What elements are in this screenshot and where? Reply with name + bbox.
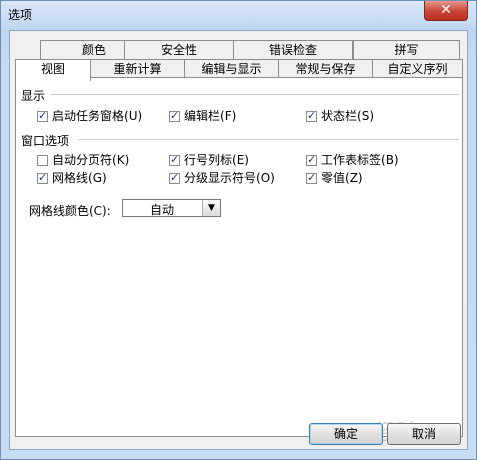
- gridline-color-select[interactable]: 自动 ▼: [122, 199, 221, 217]
- checkbox-zero-values[interactable]: ✓ 零值(Z): [306, 171, 363, 185]
- checkbox-box: ✓: [169, 153, 180, 166]
- close-button[interactable]: ✕: [424, 1, 468, 21]
- checkbox-box: [37, 155, 48, 166]
- checkbox-box: ✓: [169, 171, 180, 184]
- tab-spelling[interactable]: 拼写: [353, 40, 460, 59]
- checkbox-gridlines[interactable]: ✓ 网格线(G): [37, 171, 107, 185]
- checkbox-status-bar[interactable]: ✓ 状态栏(S): [306, 109, 374, 123]
- checkbox-box: ✓: [306, 109, 317, 122]
- checkbox-box: ✓: [37, 171, 48, 184]
- checkbox-outline-symbols[interactable]: ✓ 分级显示符号(O): [169, 171, 275, 185]
- chevron-down-icon[interactable]: ▼: [202, 200, 220, 216]
- gridline-color-value: 自动: [149, 203, 174, 217]
- checkbox-box: ✓: [306, 171, 317, 184]
- checkbox-auto-page-breaks[interactable]: 自动分页符(K): [37, 153, 129, 167]
- checkbox-start-task-pane[interactable]: ✓ 启动任务窗格(U): [37, 109, 142, 123]
- close-icon: ✕: [440, 2, 452, 18]
- divider: [51, 94, 459, 95]
- dialog-client: 颜色 安全性 错误检查 拼写 视图 重新计算 编辑与显示 常规与保存 自定义序列…: [9, 30, 468, 450]
- tab-recalculation[interactable]: 重新计算: [90, 59, 185, 78]
- checkbox-formula-bar[interactable]: ✓ 编辑栏(F): [169, 109, 236, 123]
- view-tab-panel: 显示 ✓ 启动任务窗格(U) ✓ 编辑栏(F) ✓ 状态栏(S) 窗口选项 自动分页符…: [15, 77, 463, 437]
- ok-button[interactable]: 确定: [309, 423, 383, 445]
- tab-edit-display[interactable]: 编辑与显示: [184, 59, 279, 78]
- tab-security[interactable]: 安全性: [124, 40, 234, 59]
- checkbox-box: ✓: [37, 109, 48, 122]
- title-bar: 选项 ✕: [1, 1, 476, 27]
- window-title: 选项: [8, 8, 33, 22]
- divider: [78, 139, 459, 140]
- gridline-color-label: 网格线颜色(C):: [29, 204, 111, 218]
- tab-error-checking[interactable]: 错误检查: [233, 40, 353, 59]
- checkbox-row-col-headers[interactable]: ✓ 行号列标(E): [169, 153, 249, 167]
- cancel-button[interactable]: 取消: [387, 423, 461, 445]
- tab-view[interactable]: 视图: [15, 59, 91, 81]
- window-options-label: 窗口选项: [21, 134, 70, 148]
- tab-custom-lists[interactable]: 自定义序列: [372, 59, 463, 78]
- display-group-label: 显示: [21, 89, 46, 103]
- options-dialog: 选项 ✕ 颜色 安全性 错误检查 拼写 视图 重新计算 编辑与显示 常规与保存 …: [0, 0, 477, 460]
- tab-general-save[interactable]: 常规与保存: [278, 59, 373, 78]
- checkbox-sheet-tabs[interactable]: ✓ 工作表标签(B): [306, 153, 399, 167]
- checkbox-box: ✓: [306, 153, 317, 166]
- checkbox-box: ✓: [169, 109, 180, 122]
